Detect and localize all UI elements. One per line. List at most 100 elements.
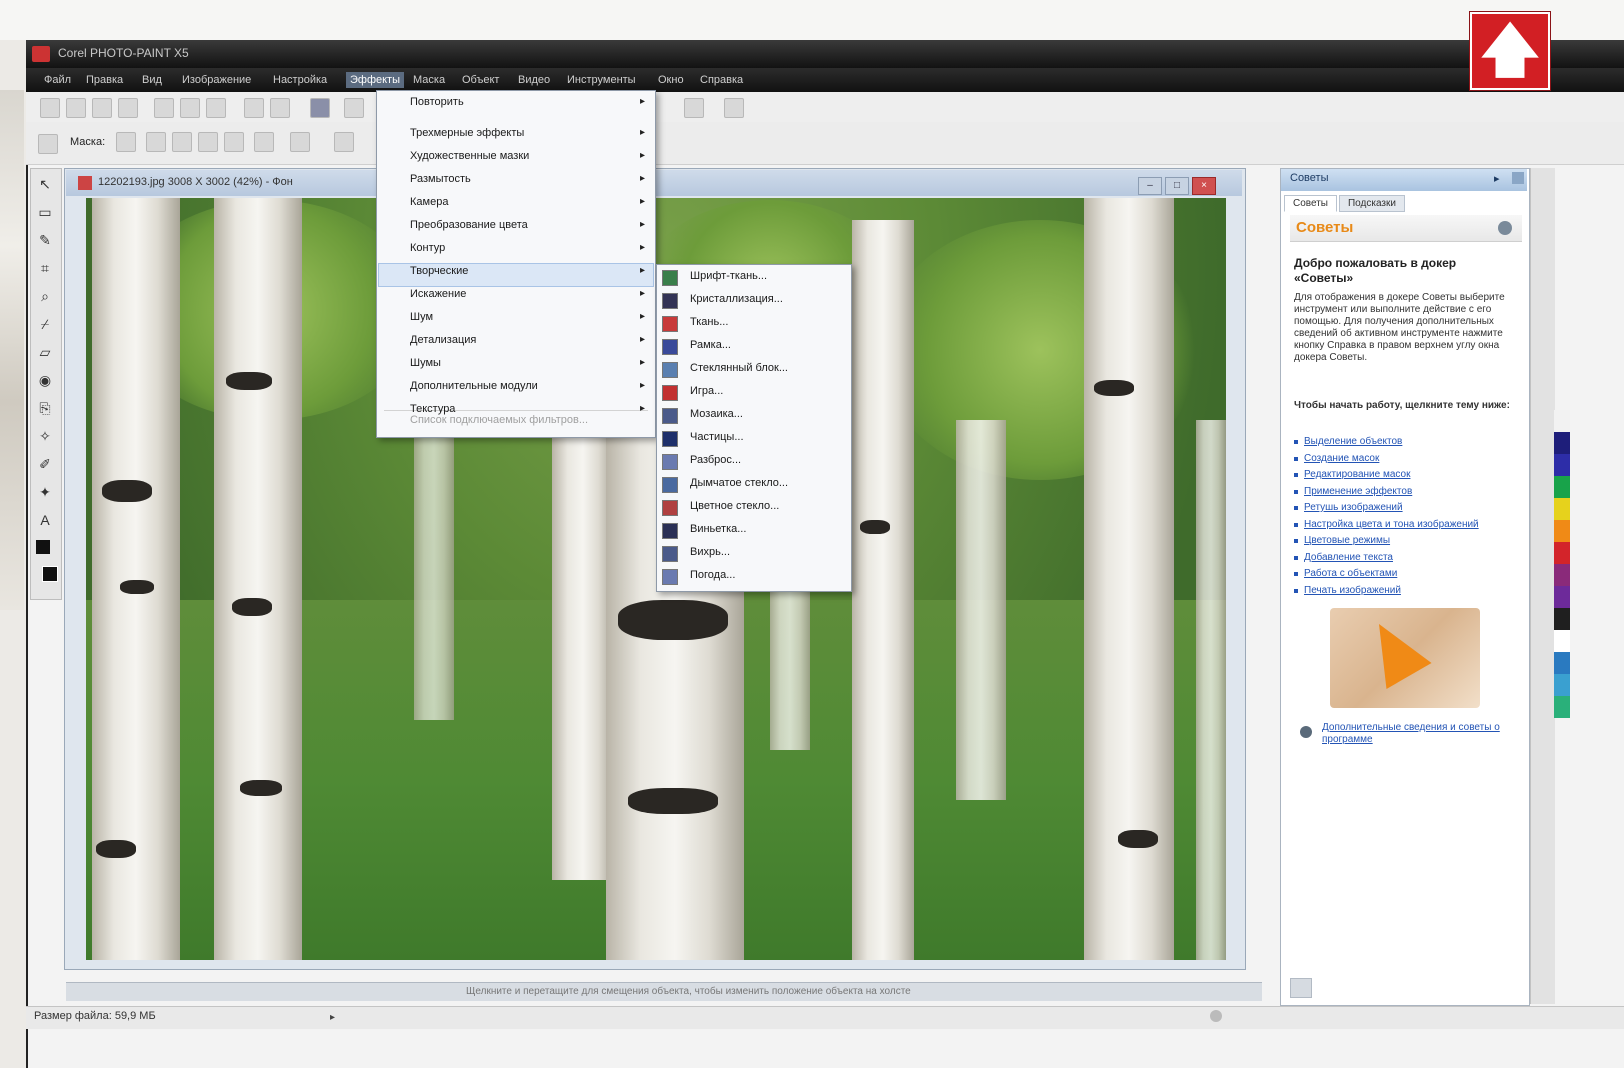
effects-menu-item[interactable]: Шум bbox=[410, 311, 433, 323]
creative-submenu-item[interactable]: Рамка... bbox=[690, 339, 731, 351]
palette-swatch[interactable] bbox=[1554, 674, 1570, 696]
clone-tool-icon[interactable]: ⎘ bbox=[35, 398, 55, 418]
effects-menu-item[interactable]: Творческие bbox=[410, 265, 468, 277]
effects-menu-item[interactable]: Трехмерные эффекты bbox=[410, 127, 524, 139]
hint-link[interactable]: Ретушь изображений bbox=[1304, 502, 1530, 513]
palette-swatch[interactable] bbox=[1554, 586, 1570, 608]
palette-swatch[interactable] bbox=[1554, 454, 1570, 476]
hint-link[interactable]: Редактирование масок bbox=[1304, 469, 1530, 480]
effects-menu-item[interactable]: Шумы bbox=[410, 357, 441, 369]
paint-tool-icon[interactable]: ✐ bbox=[35, 454, 55, 474]
menu-5[interactable]: Настройка bbox=[269, 72, 331, 88]
hint-link[interactable]: Настройка цвета и тона изображений bbox=[1304, 519, 1530, 530]
hint-link[interactable]: Печать изображений bbox=[1304, 585, 1530, 596]
feather-icon[interactable] bbox=[290, 132, 310, 152]
creative-submenu-item[interactable]: Кристаллизация... bbox=[690, 293, 783, 305]
effects-menu-item[interactable]: Контур bbox=[410, 242, 445, 254]
effects-menu-item[interactable]: Камера bbox=[410, 196, 448, 208]
scan-icon[interactable] bbox=[92, 98, 112, 118]
docker-tab-strip[interactable] bbox=[1530, 168, 1555, 1004]
hint-link[interactable]: Создание масок bbox=[1304, 453, 1530, 464]
creative-submenu-item[interactable]: Виньетка... bbox=[690, 523, 746, 535]
docker-collapse-icon[interactable]: ▸ bbox=[1494, 172, 1500, 185]
undo-icon[interactable] bbox=[244, 98, 264, 118]
menu-1[interactable]: Файл bbox=[40, 72, 75, 88]
touch-up-tool-icon[interactable]: ✧ bbox=[35, 426, 55, 446]
freehand-mask-tool-icon[interactable]: ✎ bbox=[35, 230, 55, 250]
hint-link[interactable]: Цветовые режимы bbox=[1304, 535, 1530, 546]
creative-submenu-item[interactable]: Игра... bbox=[690, 385, 723, 397]
open-icon[interactable] bbox=[66, 98, 86, 118]
palette-swatch[interactable] bbox=[1554, 498, 1570, 520]
red-eye-tool-icon[interactable]: ◉ bbox=[35, 370, 55, 390]
copy-icon[interactable] bbox=[180, 98, 200, 118]
maximize-button[interactable]: □ bbox=[1165, 177, 1189, 195]
status-chevron-icon[interactable]: ▸ bbox=[330, 1012, 335, 1023]
foreground-color-swatch[interactable] bbox=[36, 540, 50, 554]
creative-submenu-item[interactable]: Шрифт-ткань... bbox=[690, 270, 767, 282]
paste-icon[interactable] bbox=[206, 98, 226, 118]
mask-intersect-icon[interactable] bbox=[198, 132, 218, 152]
text-tool-icon[interactable]: A bbox=[35, 510, 55, 530]
zoom-tool-icon[interactable]: ⌕ bbox=[35, 286, 55, 306]
creative-submenu-item[interactable]: Частицы... bbox=[690, 431, 744, 443]
palette-swatch[interactable] bbox=[1554, 542, 1570, 564]
menu-11[interactable]: Окно bbox=[654, 72, 688, 88]
zoom-icon[interactable] bbox=[684, 98, 704, 118]
print-icon[interactable] bbox=[118, 98, 138, 118]
effects-menu-item[interactable]: Повторить bbox=[410, 96, 464, 108]
menu-9[interactable]: Видео bbox=[514, 72, 554, 88]
docker-close-icon[interactable] bbox=[1512, 172, 1524, 184]
menu-4[interactable]: Изображение bbox=[178, 72, 255, 88]
background-color-swatch[interactable] bbox=[42, 566, 58, 582]
mask-add-icon[interactable] bbox=[146, 132, 166, 152]
hint-link[interactable]: Работа с объектами bbox=[1304, 568, 1530, 579]
hint-link[interactable]: Добавление текста bbox=[1304, 552, 1530, 563]
hint-link[interactable]: Выделение объектов bbox=[1304, 436, 1530, 447]
effects-menu-item[interactable]: Размытость bbox=[410, 173, 471, 185]
new-icon[interactable] bbox=[40, 98, 60, 118]
palette-swatch[interactable] bbox=[1554, 410, 1570, 432]
mask-xor-icon[interactable] bbox=[224, 132, 244, 152]
palette-swatch[interactable] bbox=[1554, 696, 1570, 718]
creative-submenu-item[interactable]: Ткань... bbox=[690, 316, 728, 328]
mask-normal-icon[interactable] bbox=[116, 132, 136, 152]
mask-transform-tool-icon[interactable]: ▭ bbox=[35, 202, 55, 222]
export-icon[interactable] bbox=[344, 98, 364, 118]
import-icon[interactable] bbox=[310, 98, 330, 118]
cut-icon[interactable] bbox=[154, 98, 174, 118]
menu-3[interactable]: Вид bbox=[138, 72, 166, 88]
effect-tool-icon[interactable]: ✦ bbox=[35, 482, 55, 502]
hint-more-link[interactable]: Дополнительные сведения и советы о прогр… bbox=[1322, 722, 1522, 746]
eraser-tool-icon[interactable]: ▱ bbox=[35, 342, 55, 362]
creative-submenu-item[interactable]: Погода... bbox=[690, 569, 735, 581]
pick-tool-icon[interactable]: ↖ bbox=[35, 174, 55, 194]
palette-swatch[interactable] bbox=[1554, 432, 1570, 454]
effects-menu-item[interactable]: Художественные мазки bbox=[410, 150, 529, 162]
hint-link[interactable]: Применение эффектов bbox=[1304, 486, 1530, 497]
hints-help-icon[interactable] bbox=[1498, 221, 1512, 235]
minimize-button[interactable]: – bbox=[1138, 177, 1162, 195]
menu-6[interactable]: Эффекты bbox=[346, 72, 405, 88]
docker-tab-hints[interactable]: Советы bbox=[1284, 195, 1337, 212]
creative-submenu-item[interactable]: Стеклянный блок... bbox=[690, 362, 788, 374]
docker-footer-icon[interactable] bbox=[1290, 978, 1312, 998]
creative-submenu-item[interactable]: Дымчатое стекло... bbox=[690, 477, 788, 489]
creative-submenu-item[interactable]: Вихрь... bbox=[690, 546, 730, 558]
menu-2[interactable]: Правка bbox=[82, 72, 127, 88]
palette-swatch[interactable] bbox=[1554, 476, 1570, 498]
transform-icon[interactable] bbox=[334, 132, 354, 152]
effects-menu-item[interactable]: Детализация bbox=[410, 334, 476, 346]
mask-subtract-icon[interactable] bbox=[172, 132, 192, 152]
creative-submenu-item[interactable]: Разброс... bbox=[690, 454, 741, 466]
mask-invert-icon[interactable] bbox=[254, 132, 274, 152]
effects-menu-item[interactable]: Искажение bbox=[410, 288, 466, 300]
palette-swatch[interactable] bbox=[1554, 630, 1570, 652]
redo-icon[interactable] bbox=[270, 98, 290, 118]
full-screen-icon[interactable] bbox=[724, 98, 744, 118]
effects-menu-item[interactable]: Преобразование цвета bbox=[410, 219, 528, 231]
close-button[interactable]: × bbox=[1192, 177, 1216, 195]
docker-tab-tips[interactable]: Подсказки bbox=[1338, 195, 1405, 212]
effects-menu-item[interactable]: Дополнительные модули bbox=[410, 380, 538, 392]
creative-submenu-item[interactable]: Мозаика... bbox=[690, 408, 743, 420]
